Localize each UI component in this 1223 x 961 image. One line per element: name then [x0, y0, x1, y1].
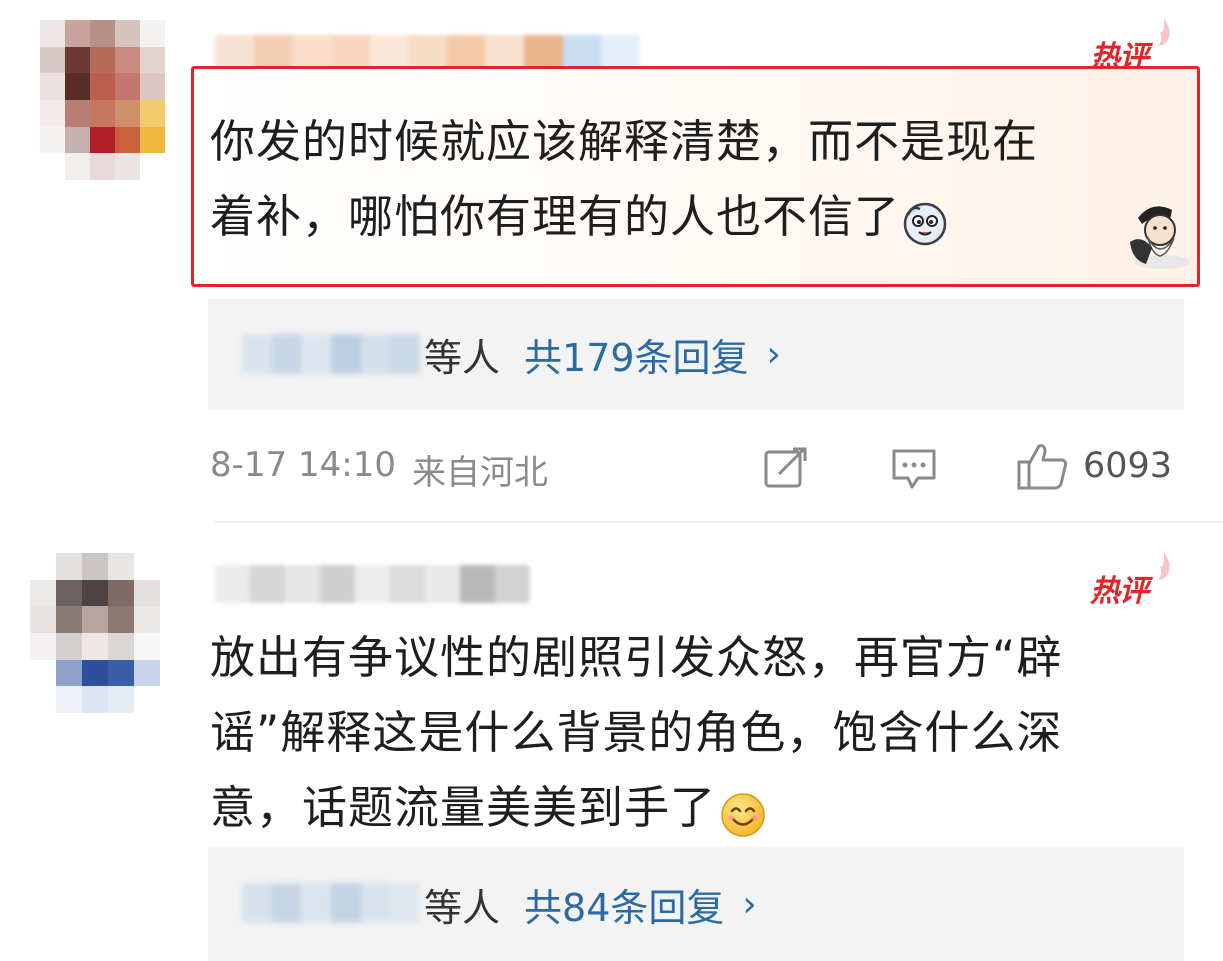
- username[interactable]: [215, 565, 530, 603]
- flame-icon: [1158, 18, 1170, 46]
- location: 来自河北: [411, 453, 548, 493]
- view-replies-link[interactable]: 共179条回复: [524, 327, 749, 382]
- comment-icon[interactable]: [890, 446, 938, 492]
- comment-meta: 8-17 14:10 来自河北: [210, 445, 548, 494]
- comment-text-line: 意，话题流量美美到手了: [210, 781, 717, 834]
- old-man-sticker-icon: [1122, 198, 1192, 270]
- thumbs-up-icon: [1015, 440, 1071, 492]
- dog-face-emoji-icon: [902, 194, 948, 245]
- comment-text: 放出有争议性的剧照引发众怒，再官方“辟 谣”解释这是什么背景的角色，饱含什么深 …: [210, 620, 1200, 845]
- comment-text-line: 放出有争议性的剧照引发众怒，再官方“辟: [210, 631, 1063, 684]
- comment-text-line: 你发的时候就应该解释清楚，而不是现在: [210, 115, 1039, 168]
- comment-text-line: 谣”解释这是什么背景的角色，饱含什么深: [210, 706, 1063, 759]
- smiling-face-emoji-icon: [720, 785, 766, 837]
- timestamp: 8-17 14:10: [210, 445, 396, 485]
- reply-users-blurred: [242, 883, 420, 923]
- avatar[interactable]: [40, 20, 165, 180]
- flame-icon: [1158, 552, 1170, 580]
- reply-people-label: 等人: [424, 885, 501, 930]
- comment-divider: [215, 521, 1223, 523]
- view-replies-link[interactable]: 共84条回复: [524, 877, 724, 932]
- like-button[interactable]: 6093: [1015, 440, 1172, 492]
- share-icon[interactable]: [763, 446, 809, 490]
- comment-text: 你发的时候就应该解释清楚，而不是现在 着补，哪怕你有理有的人也不信了: [210, 104, 1190, 254]
- hot-comment-badge: 热评: [1090, 548, 1180, 609]
- like-count: 6093: [1083, 446, 1173, 486]
- reply-people-label: 等人: [424, 335, 501, 380]
- hot-comment-badge: 热评: [1090, 14, 1180, 75]
- reply-users-blurred: [242, 334, 420, 374]
- avatar[interactable]: [30, 553, 160, 713]
- comment-text-line: 着补，哪怕你有理有的人也不信了: [210, 190, 901, 243]
- chevron-right-icon[interactable]: ›: [742, 884, 756, 925]
- chevron-right-icon[interactable]: ›: [767, 334, 781, 375]
